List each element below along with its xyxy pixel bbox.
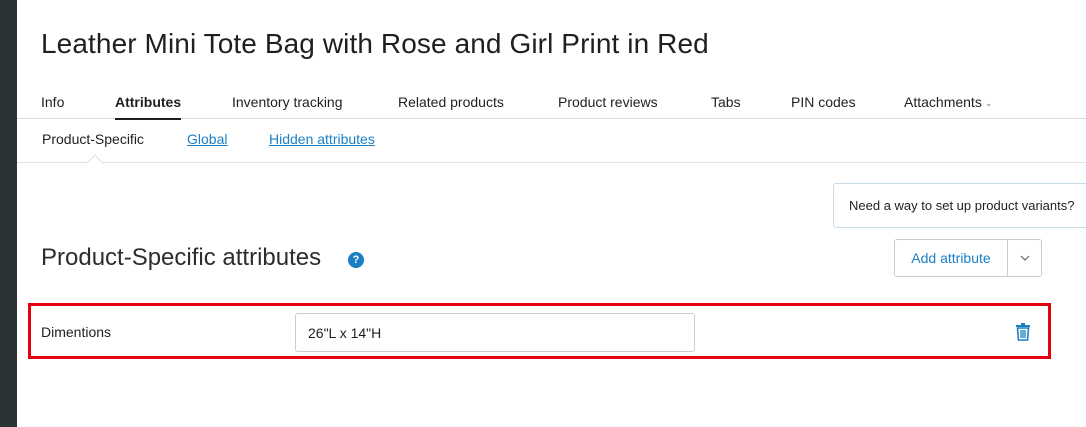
attribute-name: Dimentions — [41, 324, 112, 340]
section-title: Product-Specific attributes — [41, 244, 322, 271]
tab-info[interactable]: Info — [41, 94, 64, 119]
subtab-global[interactable]: Global — [187, 131, 227, 147]
tab-label: Related products — [398, 94, 504, 110]
chevron-down-icon — [1020, 255, 1029, 261]
tab-label: PIN codes — [791, 94, 856, 110]
tab-label: Product reviews — [558, 94, 658, 110]
tab-pin-codes[interactable]: PIN codes — [791, 94, 856, 119]
left-sidebar-rail — [0, 0, 17, 427]
add-attribute-button-group: Add attribute — [894, 239, 1042, 277]
tab-label: Tabs — [711, 94, 741, 110]
attribute-value-input[interactable] — [295, 313, 695, 352]
product-variants-notice: Need a way to set up product variants? — [833, 183, 1086, 228]
tab-related-products[interactable]: Related products — [398, 94, 504, 119]
tab-product-reviews[interactable]: Product reviews — [558, 94, 658, 119]
subtab-product-specific[interactable]: Product-Specific — [42, 131, 144, 147]
tab-label: Inventory tracking — [232, 94, 343, 110]
notice-text: Need a way to set up product variants? — [849, 198, 1075, 213]
add-attribute-button[interactable]: Add attribute — [895, 240, 1008, 276]
tab-label: Attachments — [904, 94, 982, 110]
tab-tabs[interactable]: Tabs — [711, 94, 741, 119]
page-title: Leather Mini Tote Bag with Rose and Girl… — [41, 28, 709, 59]
subtab-bar: Product-Specific Global Hidden attribute… — [17, 120, 1086, 163]
tab-label: Attributes — [115, 94, 182, 110]
trash-icon[interactable] — [1015, 323, 1031, 341]
tab-attributes[interactable]: Attributes — [115, 94, 182, 120]
question-circle-icon[interactable]: ? — [348, 252, 364, 268]
tab-inventory-tracking[interactable]: Inventory tracking — [232, 94, 343, 119]
add-attribute-dropdown-toggle[interactable] — [1008, 240, 1041, 276]
tab-bar: Info Attributes Inventory tracking Relat… — [17, 94, 1086, 120]
chevron-down-icon: ⌄ — [984, 98, 993, 108]
subtab-hidden-attributes[interactable]: Hidden attributes — [269, 131, 375, 147]
tab-label: Info — [41, 94, 65, 110]
attribute-row: Dimentions — [28, 303, 1051, 359]
add-attribute-label: Add attribute — [911, 250, 991, 266]
tab-attachments[interactable]: Attachments ⌄ — [904, 94, 992, 119]
